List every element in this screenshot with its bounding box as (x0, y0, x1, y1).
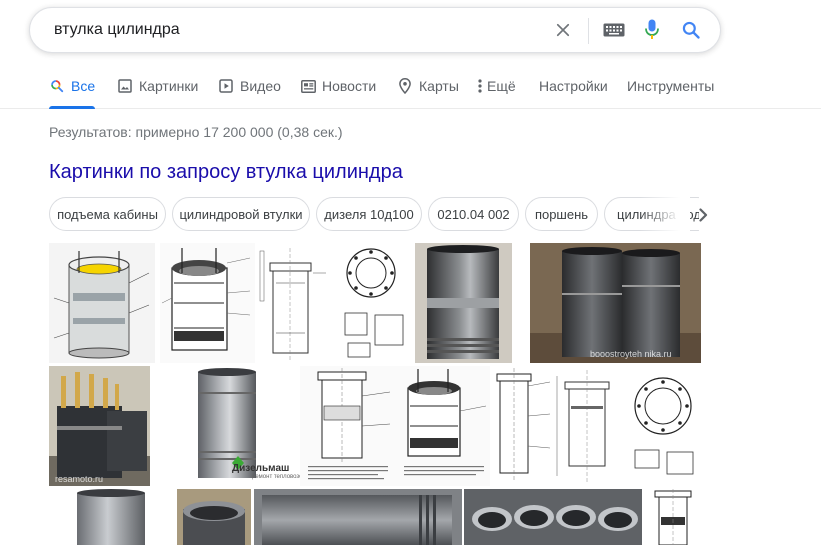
news-icon (300, 78, 316, 94)
image-result[interactable]: resamoto.ru (49, 366, 150, 486)
search-icon[interactable] (680, 19, 702, 41)
tab-videos[interactable]: Видео (218, 72, 281, 108)
image-watermark: booostroyteh nika.ru (590, 349, 672, 359)
image-result[interactable] (415, 243, 512, 363)
tab-settings[interactable]: Настройки (539, 72, 608, 108)
tab-maps[interactable]: Карты (397, 72, 459, 108)
tab-label: Все (71, 78, 96, 94)
image-result[interactable] (177, 489, 251, 545)
chevron-right-icon[interactable] (692, 204, 714, 226)
search-tabs: Все Картинки Видео Новости Карты Ещё Нас… (0, 72, 821, 109)
chip-related[interactable]: 0210.04 002 (428, 197, 519, 231)
image-result[interactable] (555, 366, 623, 486)
tab-label: Видео (240, 78, 281, 94)
chip-related[interactable]: дизеля 10д100 (316, 197, 422, 231)
tab-tools[interactable]: Инструменты (627, 72, 714, 108)
chip-related[interactable]: подъема кабины (49, 197, 166, 231)
image-result[interactable] (258, 243, 328, 363)
search-input[interactable] (54, 8, 554, 52)
tab-label: Настройки (539, 78, 608, 94)
image-result[interactable] (645, 489, 701, 545)
image-icon (117, 78, 133, 94)
image-result[interactable]: booostroyteh nika.ru (530, 243, 701, 363)
image-result[interactable] (49, 243, 155, 363)
tab-images[interactable]: Картинки (117, 72, 198, 108)
tab-all[interactable]: Все (49, 72, 96, 109)
more-vert-icon (476, 78, 484, 94)
related-chips: подъема кабины цилиндровой втулки дизеля… (49, 197, 699, 233)
tab-more[interactable]: Ещё (476, 72, 516, 108)
search-box-divider (588, 18, 589, 44)
tab-news[interactable]: Новости (300, 72, 376, 108)
keyboard-icon[interactable] (602, 19, 626, 41)
result-stats: Результатов: примерно 17 200 000 (0,38 с… (49, 124, 343, 140)
image-result[interactable] (623, 366, 701, 486)
image-result[interactable] (330, 243, 412, 363)
chip-related[interactable]: цилиндровой втулки (172, 197, 310, 231)
image-result[interactable] (398, 366, 490, 486)
search-box[interactable] (29, 7, 721, 53)
tab-label: Карты (419, 78, 459, 94)
image-caption-sub: ремонт тепловозов (252, 474, 306, 480)
tab-label: Ещё (487, 78, 516, 94)
close-icon[interactable] (552, 19, 574, 41)
tab-label: Новости (322, 78, 377, 94)
play-icon (218, 78, 234, 94)
image-result[interactable] (49, 489, 173, 545)
images-heading[interactable]: Картинки по запросу втулка цилиндра (49, 161, 403, 184)
image-result[interactable] (492, 366, 554, 486)
microphone-icon[interactable] (641, 19, 663, 41)
tab-label: Картинки (139, 78, 199, 94)
image-result[interactable] (254, 489, 462, 545)
chips-fade (640, 197, 690, 233)
image-result[interactable] (300, 366, 398, 486)
image-caption: Дизельмаш (232, 463, 290, 474)
map-pin-icon (397, 78, 413, 94)
image-result[interactable] (464, 489, 642, 545)
search-icon (49, 78, 65, 94)
image-watermark: resamoto.ru (55, 474, 104, 484)
chip-related[interactable]: поршень (525, 197, 598, 231)
tab-label: Инструменты (627, 78, 715, 94)
image-result[interactable] (160, 243, 255, 363)
